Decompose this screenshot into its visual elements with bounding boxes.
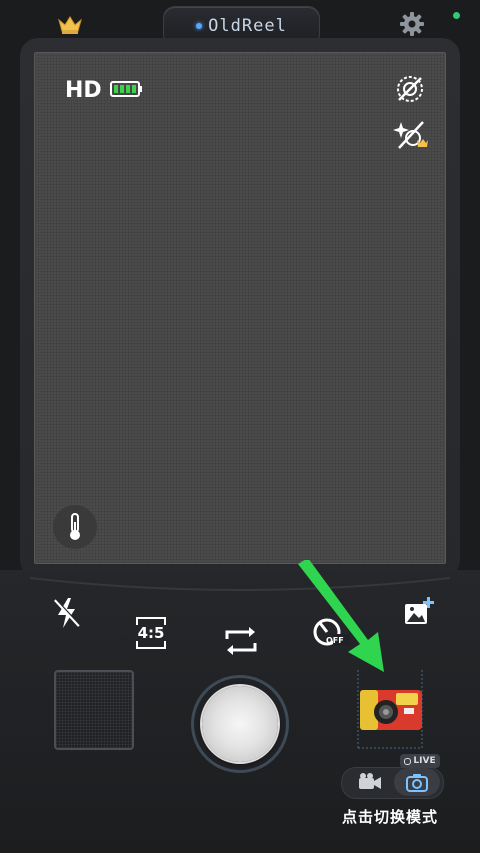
gear-icon[interactable] bbox=[398, 10, 426, 38]
shutter-knob bbox=[202, 686, 278, 762]
photo-camera-icon bbox=[406, 774, 428, 792]
mode-switch-hint: 点击切换模式 bbox=[342, 808, 439, 826]
battery-icon bbox=[110, 80, 144, 98]
timer-icon bbox=[313, 618, 351, 646]
flip-camera-button[interactable] bbox=[221, 623, 261, 659]
live-dot-icon bbox=[404, 757, 412, 765]
crown-icon[interactable] bbox=[56, 12, 84, 36]
timer-state-label: OFF bbox=[326, 636, 344, 645]
timer-button[interactable]: OFF bbox=[310, 612, 351, 652]
app-title: OldReel bbox=[208, 16, 287, 36]
thermometer-icon bbox=[70, 513, 80, 540]
aspect-ratio-button[interactable]: 4:5 bbox=[132, 615, 170, 651]
flash-button[interactable] bbox=[50, 595, 84, 631]
camera-model-icon bbox=[357, 670, 423, 749]
photo-mode-option[interactable] bbox=[394, 768, 440, 796]
ratio-frame-icon bbox=[136, 617, 166, 649]
no-filter-icon[interactable] bbox=[394, 73, 426, 105]
viewfinder[interactable] bbox=[34, 52, 446, 564]
indicator-dot bbox=[196, 23, 203, 29]
controls-divider-curve bbox=[30, 577, 450, 591]
video-mode-option[interactable] bbox=[350, 769, 390, 795]
flip-camera-icon bbox=[225, 627, 257, 655]
status-indicator bbox=[453, 12, 460, 19]
video-camera-icon bbox=[359, 773, 381, 789]
temperature-button[interactable] bbox=[53, 505, 97, 549]
flash-off-icon bbox=[54, 598, 81, 628]
camera-model-selector[interactable] bbox=[356, 668, 424, 750]
shutter-button[interactable] bbox=[191, 675, 289, 773]
live-badge-label: LIVE bbox=[413, 756, 436, 766]
add-photo-icon bbox=[405, 597, 434, 624]
quality-label[interactable]: HD bbox=[65, 78, 102, 103]
sparkle-effects-icon[interactable] bbox=[393, 118, 429, 150]
gallery-thumbnail[interactable] bbox=[54, 670, 134, 750]
live-badge: LIVE bbox=[400, 754, 440, 768]
add-photo-button[interactable] bbox=[402, 596, 436, 628]
